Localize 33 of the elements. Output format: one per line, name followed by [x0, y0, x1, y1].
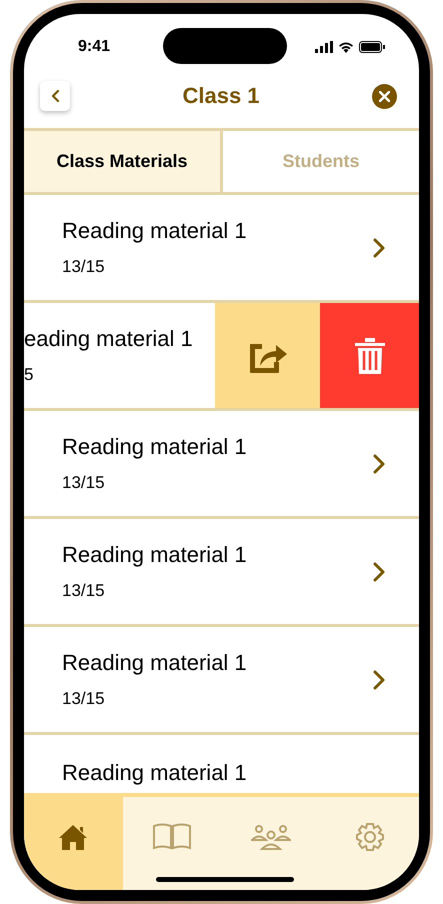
material-title: Reading material 1 [62, 434, 248, 460]
tab[interactable]: Class Materials [24, 131, 220, 192]
home-icon [58, 822, 88, 850]
chevron-icon [373, 562, 385, 582]
share-button[interactable] [215, 303, 320, 408]
status-time: 9:41 [78, 37, 110, 56]
material-title: eading material 1 [24, 326, 193, 352]
signal-icon [315, 41, 333, 53]
chevron-icon [373, 670, 385, 690]
material-count: 13/15 [62, 473, 106, 493]
nav-button[interactable] [24, 797, 123, 890]
material-title: Reading material 1 [62, 218, 248, 244]
material-title: Reading material 1 [62, 760, 248, 786]
delete-button[interactable] [320, 303, 419, 408]
people-icon [250, 824, 291, 850]
material-count: 13/15 [62, 257, 106, 277]
close-button[interactable] [372, 84, 397, 108]
close-icon [379, 90, 390, 102]
material-count: 5 [24, 365, 34, 385]
material-title: Reading material 1 [62, 650, 248, 676]
page-title: Class 1 [181, 83, 261, 109]
back-button[interactable] [40, 81, 70, 111]
back-icon [50, 89, 60, 103]
material-count: 13/15 [62, 689, 106, 709]
book-icon [152, 823, 192, 850]
settings-icon [354, 822, 385, 852]
battery-icon [359, 41, 385, 53]
wifi-icon [338, 41, 354, 53]
material-title: Reading material 1 [62, 542, 248, 568]
chevron-icon [373, 238, 385, 258]
chevron-icon [373, 454, 385, 474]
material-count: 13/15 [62, 581, 106, 601]
trash-icon [354, 336, 386, 374]
